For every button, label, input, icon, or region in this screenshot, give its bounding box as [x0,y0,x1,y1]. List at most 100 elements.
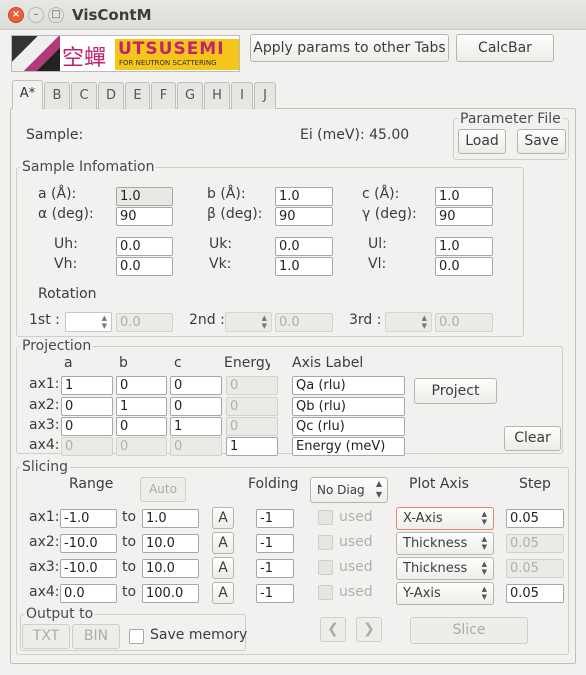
proj-ax2-b[interactable]: 1 [116,397,167,416]
beta-field[interactable]: 90 [275,207,333,226]
proj-ax4-c[interactable]: 0 [170,437,222,456]
proj-ax1-axis-label[interactable]: Qa (rlu) [292,376,405,395]
slice-ax2-axis-select[interactable]: Thickness ▲ ▼ [396,532,494,555]
alpha-field[interactable]: 90 [116,207,173,226]
slice-ax3-a-button[interactable]: A [212,557,234,579]
proj-ax3-a[interactable]: 0 [61,417,113,436]
chevron-updown-icon: ▲ ▼ [375,479,382,499]
proj-ax2-axis-label[interactable]: Qb (rlu) [292,397,405,416]
proj-ax3-b[interactable]: 0 [116,417,167,436]
slice-button[interactable]: Slice [410,617,528,644]
prev-slice-icon[interactable]: ❮ [320,617,346,642]
slice-ax1-used-checkbox[interactable] [318,510,333,525]
slice-ax2-fold[interactable]: -1 [256,534,294,553]
slice-ax1-a-button[interactable]: A [212,507,234,529]
clear-button[interactable]: Clear [504,426,561,451]
slice-ax4-used-checkbox[interactable] [318,585,333,600]
slice-ax3-from[interactable]: -10.0 [60,559,117,578]
slice-ax3-used-checkbox[interactable] [318,560,333,575]
slice-ax3-axis-select[interactable]: Thickness ▲ ▼ [396,557,494,580]
uk-field[interactable]: 0.0 [275,237,333,256]
rotation-3rd-field[interactable]: 0.0 [435,313,493,332]
slice-ax4-axis-select[interactable]: Y-Axis ▲ ▼ [396,582,494,605]
slice-ax1-axis-select[interactable]: X-Axis ▲ ▼ [396,507,494,530]
rotation-1st-field[interactable]: 0.0 [116,313,173,332]
rotation-2nd-axis-spinner[interactable]: ▲ ▼ [225,312,272,332]
vl-label: Vl: [368,256,387,272]
close-icon[interactable]: × [8,7,24,23]
tab-b[interactable]: B [44,82,70,109]
rotation-3rd-label: 3rd : [349,312,382,328]
load-button[interactable]: Load [458,129,506,154]
vl-field[interactable]: 0.0 [435,257,493,276]
slice-ax2-step[interactable]: 0.05 [506,534,564,553]
b-field[interactable]: 1.0 [275,187,333,206]
slice-ax1-from[interactable]: -1.0 [60,509,117,528]
proj-ax4-e[interactable]: 1 [226,437,278,456]
parameter-file-title: Parameter File [458,111,563,127]
proj-ax2-c[interactable]: 0 [170,397,222,416]
tab-i[interactable]: I [231,82,253,109]
proj-ax3-axis-label[interactable]: Qc (rlu) [292,417,405,436]
c-field[interactable]: 1.0 [435,187,493,206]
maximize-icon[interactable]: □ [48,7,64,23]
a-field[interactable]: 1.0 [116,187,173,206]
next-slice-icon[interactable]: ❯ [356,617,382,642]
slice-ax3-fold[interactable]: -1 [256,559,294,578]
slice-ax2-to[interactable]: 10.0 [142,534,199,553]
slice-ax2-a-button[interactable]: A [212,532,234,554]
calcbar-button[interactable]: CalcBar [456,34,554,62]
slice-ax4-fold[interactable]: -1 [256,584,294,603]
tab-f[interactable]: F [151,82,176,109]
slice-ax4-to[interactable]: 100.0 [142,584,199,603]
slice-ax4-from[interactable]: 0.0 [60,584,117,603]
vk-field[interactable]: 1.0 [275,257,333,276]
save-memory-checkbox[interactable] [129,629,144,644]
tab-e[interactable]: E [125,82,150,109]
proj-ax4-b[interactable]: 0 [116,437,167,456]
slice-ax1-step[interactable]: 0.05 [506,509,564,528]
rotation-1st-axis-spinner[interactable]: ▲ ▼ [65,312,112,332]
project-button[interactable]: Project [414,378,497,404]
save-button[interactable]: Save [517,129,566,154]
slice-ax1-to[interactable]: 1.0 [142,509,199,528]
slice-ax2-used-checkbox[interactable] [318,535,333,550]
minimize-icon[interactable]: – [28,7,44,23]
projection-title: Projection [20,338,94,354]
proj-ax1-a[interactable]: 1 [61,376,113,395]
tab-j[interactable]: J [254,82,276,109]
auto-button[interactable]: Auto [140,477,186,502]
slice-ax3-step[interactable]: 0.05 [506,559,564,578]
tab-g[interactable]: G [177,82,203,109]
tab-h[interactable]: H [204,82,230,109]
slice-ax2-from[interactable]: -10.0 [60,534,117,553]
gamma-field[interactable]: 90 [435,207,493,226]
proj-ax3-e[interactable]: 0 [226,417,278,436]
vh-field[interactable]: 0.0 [116,257,173,276]
tab-d[interactable]: D [98,82,124,109]
ul-field[interactable]: 1.0 [435,237,493,256]
slice-ax4-step[interactable]: 0.05 [506,584,564,603]
rotation-3rd-axis-spinner[interactable]: ▲ ▼ [385,312,432,332]
proj-ax2-e[interactable]: 0 [226,397,278,416]
proj-ax4-axis-label[interactable]: Energy (meV) [292,437,405,456]
apply-params-button[interactable]: Apply params to other Tabs [250,34,449,62]
proj-ax1-b[interactable]: 0 [116,376,167,395]
proj-ax3-c[interactable]: 1 [170,417,222,436]
uh-field[interactable]: 0.0 [116,237,173,256]
proj-ax1-c[interactable]: 0 [170,376,222,395]
proj-ax1-e[interactable]: 0 [226,376,278,395]
slice-ax4-a-button[interactable]: A [212,582,234,604]
bin-button[interactable]: BIN [72,624,120,649]
slice-ax3-to[interactable]: 10.0 [142,559,199,578]
proj-ax2-a[interactable]: 0 [61,397,113,416]
diag-select[interactable]: No Diag ▲ ▼ [310,477,388,503]
proj-ax1-label: ax1: [29,376,60,392]
slice-ax1-fold[interactable]: -1 [256,509,294,528]
rotation-2nd-field[interactable]: 0.0 [275,313,333,332]
txt-button[interactable]: TXT [22,624,70,649]
proj-ax4-a[interactable]: 0 [61,437,113,456]
tab-c[interactable]: C [71,82,97,109]
c-label: c (Å): [362,186,400,202]
tab-a[interactable]: A* [12,80,43,109]
